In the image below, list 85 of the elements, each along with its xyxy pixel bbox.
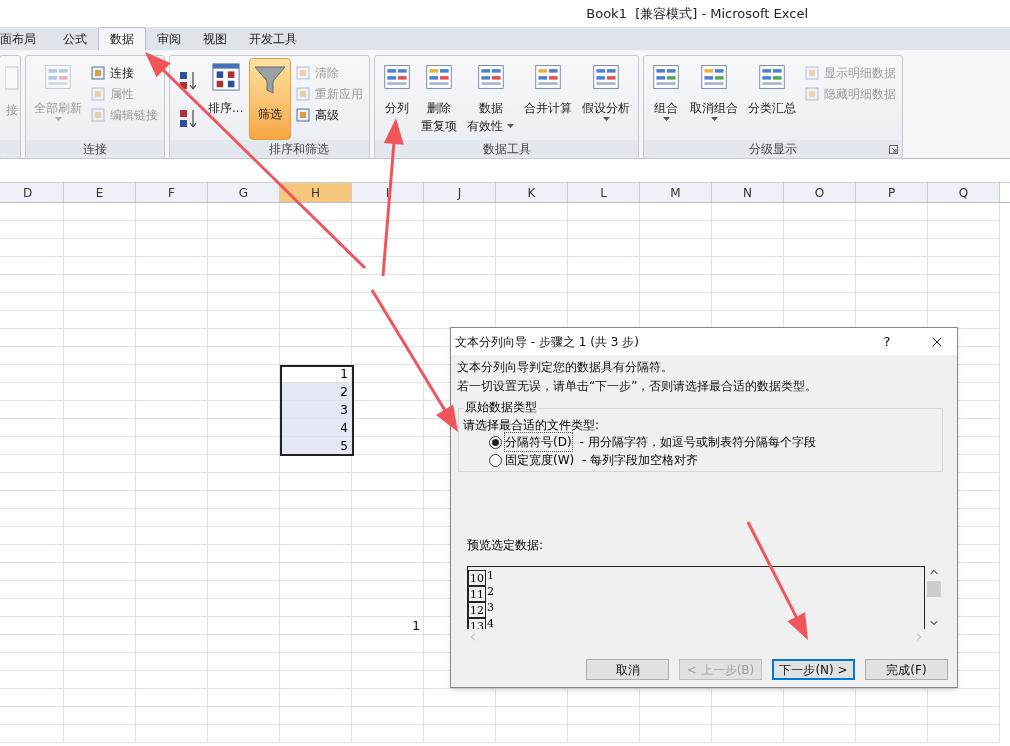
- column-header[interactable]: M: [640, 183, 712, 202]
- small-tool-icon: [804, 85, 821, 102]
- column-header[interactable]: H: [280, 183, 352, 202]
- group-box-label: 原始数据类型: [464, 399, 538, 415]
- table-icon: [534, 63, 563, 91]
- small-tool-icon: [90, 85, 106, 102]
- ribbon-button[interactable]: 合并计算: [520, 58, 577, 140]
- column-header[interactable]: Q: [928, 183, 1000, 202]
- ribbon-button[interactable]: 筛选: [249, 58, 292, 140]
- dialog-message: 文本分列向导判定您的数据具有分隔符。: [457, 359, 674, 376]
- preview-label: 预览选定数据:: [467, 537, 545, 554]
- column-header[interactable]: I: [352, 183, 424, 202]
- table-icon: [383, 63, 412, 91]
- help-button[interactable]: ?: [875, 331, 899, 352]
- column-header[interactable]: O: [784, 183, 856, 202]
- ribbon-button[interactable]: 连接: [88, 62, 136, 83]
- table-icon: [700, 63, 729, 91]
- dialog-button[interactable]: 下一步(N) >: [772, 659, 855, 680]
- preview-row-text: 2: [486, 586, 494, 598]
- small-tool-icon: [90, 64, 106, 81]
- preview-row-number: 12: [468, 602, 486, 618]
- preview-row-text: 4: [486, 618, 494, 629]
- dialog-button[interactable]: 完成(F): [865, 659, 948, 680]
- dialog-message: 若一切设置无误，请单击“下一步”，否则请选择最合适的数据类型。: [457, 378, 819, 395]
- preview-row-number: 11: [468, 586, 486, 602]
- option-description: - 用分隔字符，如逗号或制表符分隔每个字段: [579, 434, 816, 451]
- dialog-launcher-icon[interactable]: [889, 145, 899, 154]
- ribbon-tab[interactable]: 审阅: [146, 27, 192, 50]
- table-icon: [652, 63, 681, 91]
- preview-row-number: 10: [468, 570, 486, 586]
- preview-row-text: 1: [486, 570, 494, 582]
- column-header[interactable]: J: [424, 183, 496, 202]
- column-header[interactable]: P: [856, 183, 928, 202]
- dialog-button[interactable]: 取消: [586, 659, 669, 680]
- ribbon-button[interactable]: 组合: [648, 58, 685, 140]
- window-title: Book1 [兼容模式] - Microsoft Excel: [586, 4, 808, 23]
- table-cell: 5: [280, 437, 352, 455]
- table-cell: 2: [280, 383, 352, 401]
- ribbon-tab[interactable]: 开发工具: [238, 27, 308, 50]
- table-cell: 4: [280, 419, 352, 437]
- ribbon-button[interactable]: 取消组合: [686, 58, 743, 140]
- small-tool-icon: [295, 85, 312, 102]
- column-header[interactable]: D: [0, 183, 64, 202]
- group-footer: [0, 140, 20, 158]
- small-tool-icon: [295, 106, 312, 123]
- ribbon-button[interactable]: 删除 重复项: [417, 58, 462, 140]
- ribbon-tab[interactable]: 视图: [192, 27, 238, 50]
- group-label: 分级显示: [749, 141, 798, 158]
- column-header[interactable]: K: [496, 183, 568, 202]
- sort-ascending-icon: [178, 70, 198, 92]
- option-description: - 每列字段加空格对齐: [582, 452, 699, 469]
- funnel-icon: [253, 63, 288, 97]
- ribbon-button[interactable]: 假设分析: [578, 58, 635, 140]
- table-icon: [592, 63, 621, 91]
- table-icon: [476, 63, 505, 91]
- column-header[interactable]: F: [136, 183, 208, 202]
- ribbon-tab[interactable]: 公式: [52, 27, 98, 50]
- table-icon: [758, 63, 787, 91]
- column-header[interactable]: N: [712, 183, 784, 202]
- small-tool-icon: [90, 106, 106, 123]
- table-icon: [5, 63, 19, 93]
- ribbon-button[interactable]: 数据 有效性: [463, 58, 519, 140]
- group-label: 排序和筛选: [269, 141, 330, 158]
- table-icon: [425, 63, 454, 91]
- radio-button[interactable]: 分隔符号(D): [489, 433, 572, 451]
- small-tool-icon: [804, 64, 821, 81]
- preview-row-text: 3: [486, 602, 494, 614]
- field-prompt: 请选择最合适的文件类型:: [463, 417, 601, 433]
- ribbon-button[interactable]: 分类汇总: [744, 58, 801, 140]
- column-header[interactable]: E: [64, 183, 136, 202]
- dialog-title: 文本分列向导 - 步骤之 1 (共 3 步): [455, 333, 640, 351]
- ribbon-tab[interactable]: 数据: [98, 27, 146, 50]
- column-header[interactable]: G: [208, 183, 280, 202]
- scrollbar-thumb[interactable]: [927, 581, 941, 597]
- group-label: 连接: [83, 141, 107, 158]
- small-tool-icon: [295, 64, 312, 81]
- table-icon: [44, 63, 72, 91]
- table-cell: 3: [280, 401, 352, 419]
- ribbon-button[interactable]: 高级: [293, 104, 342, 125]
- ribbon-tab[interactable]: 面布局: [0, 27, 52, 50]
- radio-button[interactable]: 固定宽度(W): [489, 451, 575, 469]
- column-header[interactable]: L: [568, 183, 640, 202]
- sort-icon: [211, 63, 240, 91]
- group-label: 数据工具: [482, 141, 531, 158]
- sort-descending-icon: [178, 108, 198, 130]
